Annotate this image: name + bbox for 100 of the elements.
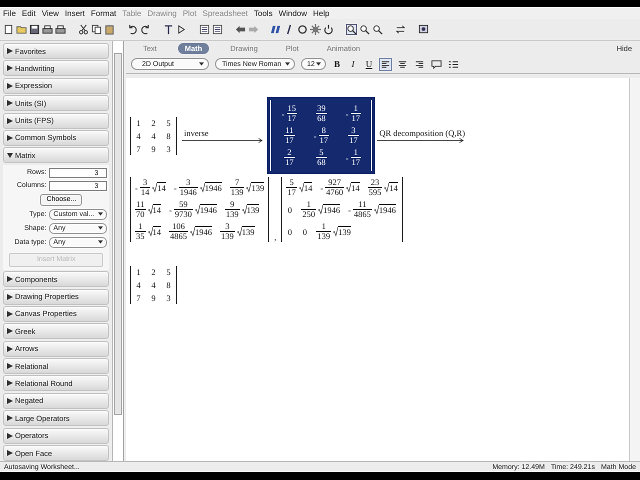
align-icon[interactable] — [414, 58, 425, 70]
document-scrollbar[interactable] — [629, 78, 640, 461]
gear-icon[interactable] — [310, 24, 321, 35]
align-icon[interactable] — [380, 58, 391, 70]
matrix-entry: 4 — [151, 280, 156, 290]
radical-sign-icon — [190, 226, 195, 237]
align-icon[interactable] — [397, 58, 408, 70]
section-icon[interactable] — [199, 24, 210, 35]
matrix-entry: 1 — [136, 267, 141, 277]
menu-item[interactable]: View — [42, 8, 59, 18]
matrix-entry: 0 — [288, 226, 292, 236]
radicand: 139 — [246, 204, 260, 215]
fraction: 23 595 — [368, 178, 382, 197]
print-icon[interactable] — [42, 24, 53, 35]
matrix-entry: 0 — [302, 226, 307, 236]
minus-sign: - — [348, 204, 351, 214]
menu-item[interactable]: Window — [278, 8, 308, 18]
radicand: 14 — [389, 182, 398, 193]
open-folder-icon[interactable] — [16, 24, 27, 35]
matrix-entry: 5 — [166, 118, 171, 128]
expand-triangle-icon — [7, 328, 13, 334]
expand-triangle-icon — [7, 65, 13, 72]
radicand: 139 — [242, 226, 254, 237]
matrix-entry: 5 — [166, 267, 171, 277]
caret-icon — [316, 62, 321, 66]
fraction: 3 17 — [348, 126, 359, 145]
redo-icon[interactable] — [140, 24, 151, 35]
new-file-icon[interactable] — [3, 24, 14, 35]
comma: , — [274, 232, 276, 242]
radical-sign-icon — [384, 182, 390, 193]
minus-sign: - — [320, 182, 324, 192]
expand-triangle-icon — [7, 152, 13, 158]
fraction: 3 139 — [220, 222, 235, 241]
minus-sign: - — [314, 130, 316, 140]
matrix-entry: 7 — [136, 144, 141, 154]
swap-icon[interactable] — [395, 24, 406, 35]
caret-icon — [199, 62, 204, 66]
menu-item[interactable]: Help — [313, 8, 330, 18]
bullet-list-icon[interactable] — [448, 58, 459, 70]
radical-sign-icon — [246, 182, 252, 193]
arrow-label: inverse — [183, 128, 210, 138]
minus-sign: - — [135, 182, 138, 192]
radical-sign-icon — [152, 182, 158, 193]
undo-icon[interactable] — [127, 24, 138, 35]
italic-button[interactable]: I — [348, 59, 358, 69]
caret-icon — [285, 62, 290, 66]
scissors-icon[interactable] — [78, 24, 89, 35]
menu-item[interactable]: Tools — [254, 8, 273, 18]
fraction: 8 17 — [318, 126, 329, 145]
fraction: 2 17 — [284, 148, 295, 167]
underline-button[interactable]: U — [364, 59, 374, 69]
matrix-entry: 1 — [136, 118, 141, 128]
bold-button[interactable]: B — [332, 59, 342, 69]
matrix-entry: 3 — [166, 144, 171, 154]
caret-icon — [98, 212, 104, 216]
zoom-box-icon[interactable] — [346, 24, 357, 35]
copy-icon[interactable] — [91, 24, 102, 35]
fraction: 927 4760 — [325, 178, 344, 197]
fraction: 59 9730 — [174, 200, 193, 219]
menu-item[interactable]: Edit — [22, 8, 36, 18]
radicand: 14 — [152, 204, 161, 215]
expand-triangle-icon — [7, 48, 13, 54]
paste-icon[interactable] — [104, 24, 115, 35]
fraction: 11 17 — [284, 126, 295, 145]
caret-icon — [98, 226, 104, 230]
fraction: 1 17 — [350, 104, 361, 123]
menu-item[interactable]: Insert — [64, 8, 85, 18]
expand-triangle-icon — [7, 100, 13, 106]
fraction: 9 139 — [224, 200, 240, 219]
expand-triangle-icon — [7, 398, 13, 404]
minus-sign: - — [346, 108, 348, 118]
expand-triangle-icon — [7, 363, 13, 370]
play-icon[interactable] — [176, 24, 187, 35]
fraction: 15 17 — [286, 104, 297, 123]
fraction: 5 17 — [286, 178, 297, 197]
text-cursor-icon[interactable] — [163, 24, 174, 35]
expand-triangle-icon — [7, 294, 13, 300]
matrix-entry: 2 — [151, 118, 156, 128]
menu-item[interactable]: File — [3, 8, 16, 18]
minus-sign: - — [346, 152, 348, 162]
expand-triangle-icon — [7, 380, 13, 386]
matrix-entry: 9 — [151, 144, 156, 154]
radicand: 1946 — [323, 204, 340, 215]
speech-bubble-icon[interactable] — [431, 58, 442, 70]
palette-scrollbar[interactable] — [112, 41, 123, 461]
matrix-entry: 4 — [151, 130, 156, 140]
menu-item[interactable]: Format — [90, 8, 116, 18]
fraction: 1 250 — [301, 200, 316, 219]
fraction: 3 14 — [140, 178, 150, 197]
matrix-entry: 3 — [166, 293, 171, 303]
circle-icon[interactable] — [297, 24, 308, 35]
matrix-entry: 4 — [136, 280, 141, 290]
radicand: 1946 — [200, 204, 217, 215]
radical-sign-icon — [148, 226, 152, 237]
back-arrow-icon[interactable] — [235, 24, 246, 35]
expand-triangle-icon — [7, 276, 13, 282]
caret-icon — [98, 240, 104, 244]
save-icon[interactable] — [29, 24, 40, 35]
radical-sign-icon — [236, 226, 242, 237]
radical-sign-icon — [194, 204, 200, 215]
